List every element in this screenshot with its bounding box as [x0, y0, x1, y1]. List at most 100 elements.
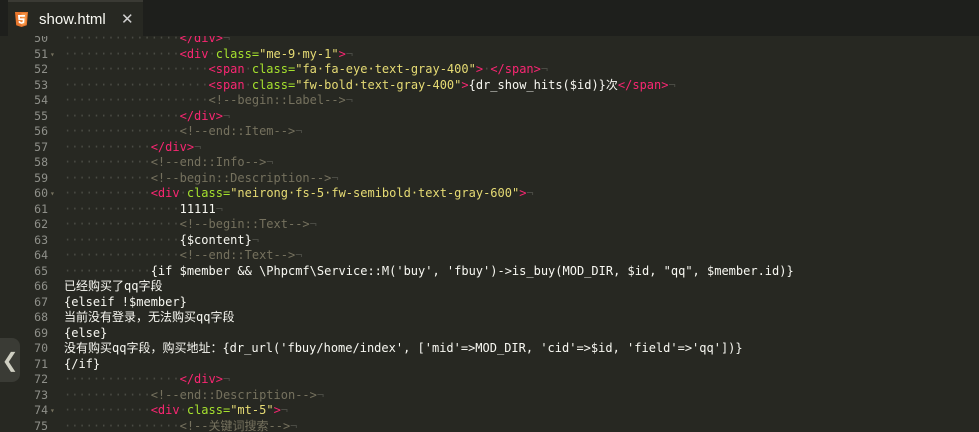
- code-text: ················<div·class="me-9·my-1">¬: [64, 47, 353, 63]
- code-token: ¬: [280, 403, 289, 417]
- code-token: ············: [64, 139, 151, 154]
- line-number: 67: [34, 294, 48, 309]
- code-token: ················: [64, 201, 180, 216]
- code-line: 70 没有购买qq字段，购买地址：{dr_url('fbuy/home/index…: [0, 341, 979, 357]
- code-editor[interactable]: 50 ················</div>¬ 51 ▾ ············…: [0, 36, 979, 432]
- code-token: </div>: [150, 139, 195, 154]
- code-token: ¬: [222, 108, 231, 123]
- code-text: 当前没有登录，无法购买qq字段: [64, 310, 234, 326]
- code-token: {elseif !$member}: [64, 294, 187, 309]
- line-number: 55: [34, 108, 48, 123]
- code-token: ············: [64, 387, 151, 402]
- code-token: "fa·fa-eye·text-gray-400": [295, 62, 476, 76]
- code-token: ············: [64, 170, 151, 185]
- code-token: ¬: [316, 387, 325, 402]
- code-line: 71 {/if}: [0, 357, 979, 373]
- code-text: ············<div·class="mt-5">¬: [64, 403, 288, 419]
- code-token: ¬: [266, 155, 274, 169]
- code-token: class=: [251, 77, 296, 92]
- code-token: <!--end::Description-->: [150, 387, 317, 402]
- code-text: ················<!--begin::Text-->¬: [64, 217, 317, 233]
- code-token: >: [475, 62, 484, 76]
- code-token: ¬: [309, 217, 317, 231]
- close-icon[interactable]: ✕: [121, 10, 134, 28]
- code-token: 已经购买了qq字段: [64, 279, 163, 293]
- tab-label: show.html: [39, 10, 106, 28]
- code-line: 52 ····················<span·class="fa·fa…: [0, 62, 979, 78]
- code-text: ················{$content}¬: [64, 233, 259, 249]
- code-token: ················: [64, 36, 180, 45]
- code-token: <!--关键词搜索-->: [179, 418, 291, 432]
- code-token: ················: [64, 418, 180, 432]
- code-text: ············</div>¬: [64, 140, 201, 156]
- line-number: 75: [34, 418, 48, 432]
- line-number: 53: [34, 77, 48, 92]
- code-line: 60 ▾ ············<div·class="neirong·fs-5·…: [0, 186, 979, 202]
- code-token: "fw-bold·text-gray-400": [295, 77, 462, 92]
- code-token: "mt-5": [230, 403, 274, 417]
- code-token: </span>: [617, 77, 669, 92]
- code-token: ····················: [64, 77, 209, 92]
- code-token: ¬: [345, 46, 354, 61]
- line-number: 50: [34, 36, 48, 45]
- code-token: ¬: [222, 36, 231, 45]
- line-number: 59: [34, 170, 48, 185]
- code-token: ¬: [526, 186, 534, 200]
- code-token: ·: [244, 62, 252, 76]
- code-text: ················</div>¬: [64, 109, 230, 125]
- code-token: >: [338, 46, 346, 61]
- line-number: 66: [34, 279, 48, 293]
- code-token: class=: [186, 403, 231, 417]
- fold-toggle-icon[interactable]: ▾: [50, 47, 55, 63]
- code-token: ············: [64, 186, 151, 200]
- line-number: 65: [34, 263, 48, 278]
- code-token: >: [461, 77, 469, 92]
- code-token: ············: [64, 403, 151, 417]
- line-number: 56: [34, 124, 48, 138]
- line-number: 54: [34, 93, 48, 107]
- code-line: 53 ····················<span·class="fw-bo…: [0, 78, 979, 94]
- code-token: >: [273, 403, 281, 417]
- code-token: "me-9·my-1": [259, 46, 339, 61]
- code-token: 11111: [179, 201, 216, 216]
- code-token: <div: [179, 46, 209, 61]
- line-number: 57: [34, 139, 48, 154]
- code-token: {dr_show_hits($id)}次: [468, 77, 618, 92]
- fold-toggle-icon[interactable]: ▾: [50, 403, 55, 419]
- side-panel-toggle[interactable]: ❮: [0, 338, 20, 382]
- code-token: ¬: [331, 170, 339, 185]
- line-number: 61: [34, 201, 48, 216]
- code-text: ············{if $member && \Phpcmf\Servi…: [64, 264, 794, 280]
- code-token: ¬: [668, 77, 676, 92]
- code-line: 57 ············</div>¬: [0, 140, 979, 156]
- code-token: <!--end::Info-->: [150, 155, 267, 169]
- html5-icon: [15, 11, 28, 27]
- code-line: 72 ················</div>¬: [0, 372, 979, 388]
- code-token: ¬: [345, 93, 354, 107]
- code-token: ····················: [64, 93, 209, 107]
- code-text: ····················<span·class="fw-bold…: [64, 78, 676, 94]
- code-token: ·: [244, 77, 252, 92]
- code-token: </div>: [179, 108, 223, 123]
- code-token: ·: [208, 46, 216, 61]
- line-number: 74: [34, 403, 48, 417]
- code-text: ····················<!--begin::Label-->¬: [64, 93, 353, 109]
- code-text: ················</div>¬: [64, 36, 230, 47]
- line-number: 64: [34, 248, 48, 262]
- code-token: <!--begin::Label-->: [208, 93, 346, 107]
- code-text: ············<!--begin::Description-->¬: [64, 171, 339, 187]
- code-line: 65 ············{if $member && \Phpcmf\Ser…: [0, 264, 979, 280]
- code-token: </div>: [179, 372, 223, 386]
- code-token: ················: [64, 217, 180, 231]
- code-token: class=: [186, 186, 231, 200]
- code-text: ················<!--end::Item-->¬: [64, 124, 302, 140]
- code-text: ················<!--end::Text-->¬: [64, 248, 302, 264]
- code-token: <!--end::Item-->: [179, 124, 296, 138]
- code-token: ················: [64, 108, 180, 123]
- code-token: ¬: [194, 139, 202, 154]
- code-token: ·: [179, 186, 187, 200]
- code-token: ¬: [222, 372, 231, 386]
- file-tab[interactable]: show.html ✕: [8, 0, 143, 36]
- code-text: 已经购买了qq字段: [64, 279, 162, 295]
- fold-toggle-icon[interactable]: ▾: [50, 186, 55, 202]
